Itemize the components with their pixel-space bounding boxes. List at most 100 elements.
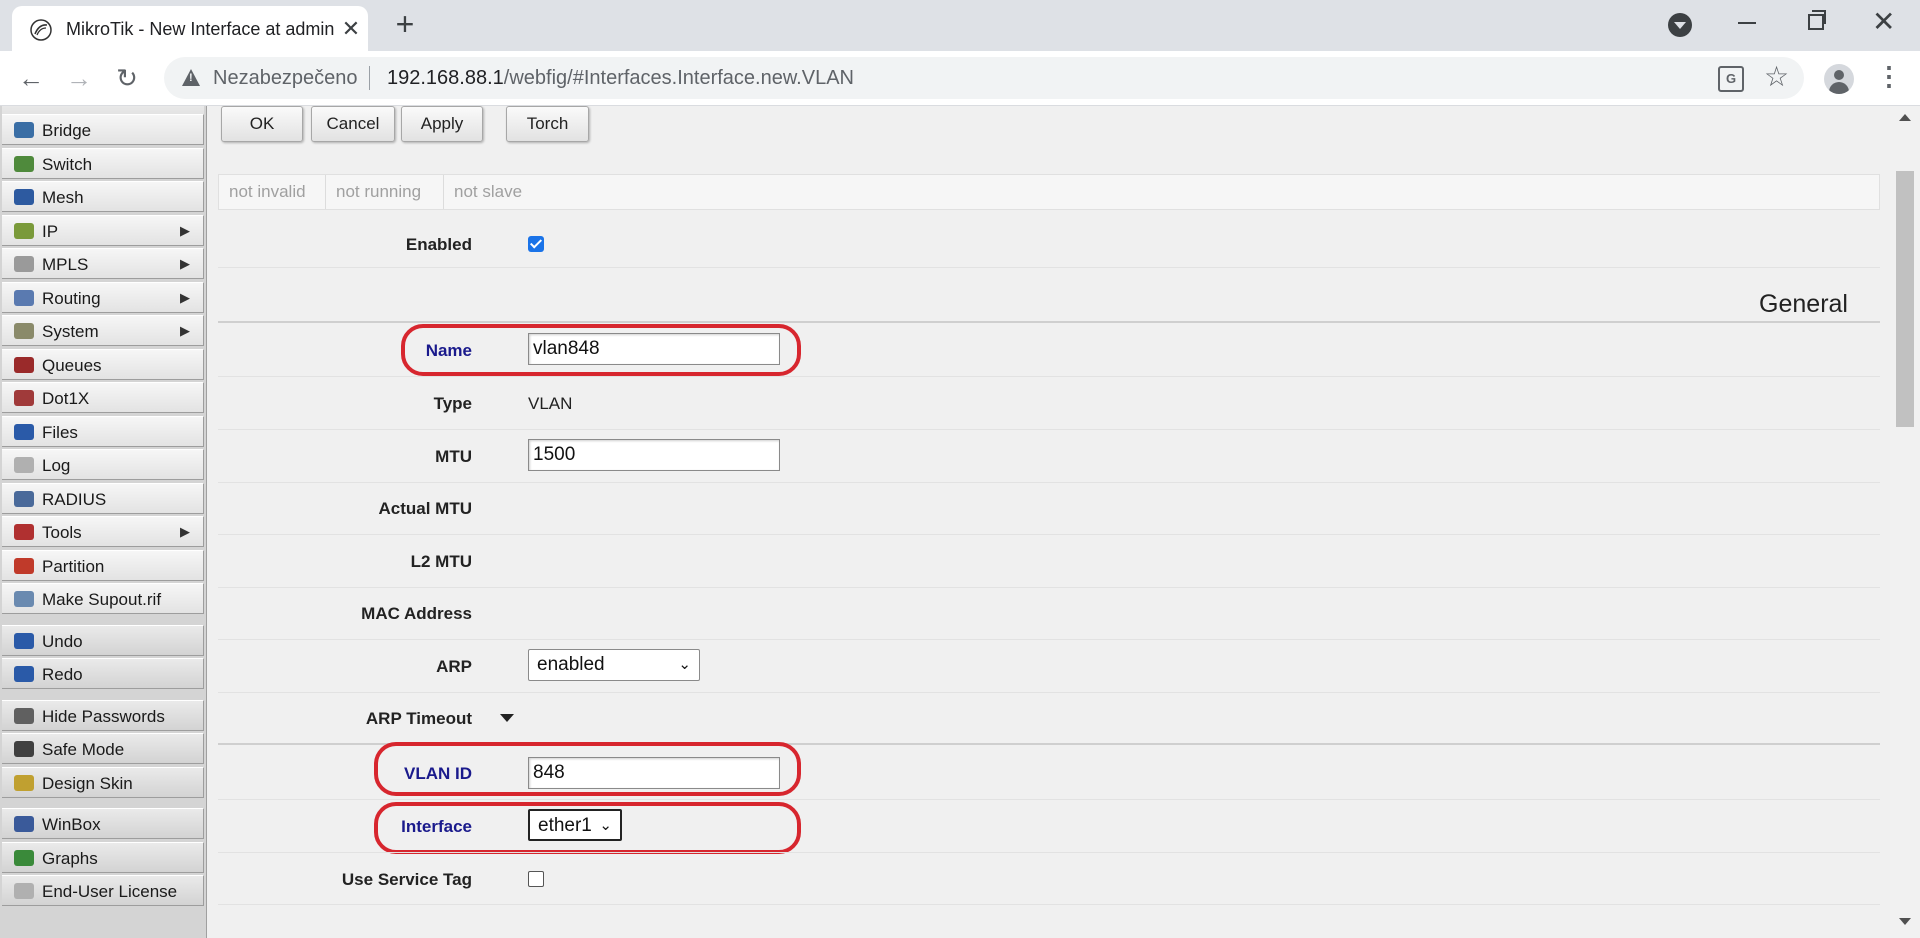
kebab-menu-icon[interactable]: ⋮: [1876, 62, 1902, 92]
back-icon[interactable]: ←: [14, 61, 48, 95]
sidebar-item-radius[interactable]: RADIUS: [2, 482, 204, 514]
omnibox[interactable]: Nezabezpečeno 192.168.88.1/webfig/#Inter…: [164, 57, 1804, 99]
l2-mtu-label: L2 MTU: [410, 552, 472, 571]
interface-form-panel: OK Cancel Apply Torch not invalid not ru…: [207, 106, 1890, 938]
sidebar-item-label: Log: [42, 456, 71, 475]
row-divider: [218, 376, 1880, 377]
torch-button[interactable]: Torch: [506, 106, 589, 142]
sidebar-item-label: System: [42, 322, 99, 341]
ok-button[interactable]: OK: [221, 106, 303, 142]
sidebar-item-label: Switch: [42, 154, 93, 174]
sidebar-item-label: Dot1X: [42, 389, 90, 408]
sidebar-item-label: WinBox: [42, 815, 101, 834]
url-separator: [369, 66, 370, 90]
type-value: VLAN: [528, 394, 573, 413]
sidebar-item-design-skin[interactable]: Design Skin: [2, 766, 204, 798]
scroll-thumb[interactable]: [1896, 171, 1914, 427]
sidebar-item-label: Bridge: [42, 121, 92, 140]
status-not-slave: not slave: [454, 182, 523, 201]
use-service-tag-label: Use Service Tag: [341, 870, 472, 889]
mesh-icon: [14, 189, 34, 205]
new-tab-button[interactable]: +: [390, 8, 420, 40]
bridge-icon: [14, 122, 34, 138]
row-divider: [218, 482, 1880, 483]
sidebar-item-label: Undo: [42, 631, 83, 651]
sidebar-item-partition[interactable]: Partition: [2, 549, 204, 581]
sidebar-item-label: Queues: [42, 355, 102, 375]
sidebar-item-files[interactable]: Files: [2, 415, 204, 447]
mtu-input[interactable]: [528, 439, 780, 471]
close-window-icon[interactable]: ✕: [1872, 8, 1895, 36]
use-service-tag-checkbox[interactable]: [528, 871, 544, 887]
arp-select[interactable]: enabled ⌄: [528, 649, 700, 681]
sidebar-item-ip[interactable]: IP ▶: [2, 214, 204, 246]
maximize-icon[interactable]: [1808, 10, 1826, 30]
sidebar-item-safe-mode[interactable]: Safe Mode: [2, 733, 204, 764]
winbox-icon: [14, 816, 34, 832]
sidebar-item-label: Hide Passwords: [42, 706, 165, 726]
url-path: /webfig/#Interfaces.Interface.new.VLAN: [503, 67, 854, 89]
sidebar-item-label: Partition: [42, 556, 105, 576]
submenu-arrow-icon: ▶: [180, 323, 190, 338]
translate-icon[interactable]: G: [1718, 66, 1744, 92]
section-divider: [218, 321, 1880, 323]
submenu-arrow-icon: ▶: [180, 289, 190, 305]
expand-arrow-icon[interactable]: [500, 714, 514, 722]
forward-icon[interactable]: →: [62, 61, 96, 95]
bookmark-star-icon[interactable]: ☆: [1764, 60, 1789, 93]
sidebar-item-mesh[interactable]: Mesh: [2, 181, 204, 212]
sidebar-item-system[interactable]: System ▶: [2, 315, 204, 346]
browser-tab[interactable]: MikroTik - New Interface at admin ✕: [12, 6, 368, 51]
enabled-checkbox[interactable]: [528, 236, 544, 252]
sidebar-item-redo[interactable]: Redo: [2, 658, 204, 689]
sidebar-item-make-supout-rif[interactable]: Make Supout.rif: [2, 583, 204, 614]
apply-button[interactable]: Apply: [401, 106, 483, 142]
sidebar-item-label: Files: [42, 422, 78, 442]
sidebar-item-queues[interactable]: Queues: [2, 348, 204, 380]
sidebar-item-label: Routing: [42, 288, 101, 308]
profile-icon[interactable]: [1824, 64, 1854, 94]
sidebar-item-tools[interactable]: Tools ▶: [2, 516, 204, 547]
reload-icon[interactable]: ↻: [110, 61, 144, 95]
scroll-down-arrow-icon[interactable]: [1899, 918, 1911, 925]
sidebar-item-mpls[interactable]: MPLS ▶: [2, 248, 204, 279]
sidebar-item-bridge[interactable]: Bridge: [2, 114, 204, 145]
undo-icon: [14, 632, 34, 649]
sidebar-item-undo[interactable]: Undo: [2, 624, 204, 656]
supout-icon: [14, 591, 34, 607]
interface-highlight: [374, 802, 801, 854]
files-icon: [14, 423, 34, 440]
scroll-up-arrow-icon[interactable]: [1899, 114, 1911, 121]
sidebar-item-label: IP: [42, 221, 59, 241]
hide-passwords-icon: [14, 707, 34, 724]
url-text[interactable]: 192.168.88.1/webfig/#Interfaces.Interfac…: [387, 67, 854, 90]
vlan-id-highlight: [374, 742, 801, 796]
system-icon: [14, 323, 34, 339]
sidebar-item-label: Tools: [42, 523, 82, 542]
sidebar-item-end-user-license[interactable]: End-User License: [2, 875, 204, 906]
mpls-icon: [14, 256, 34, 272]
tab-close-icon[interactable]: ✕: [338, 16, 364, 42]
page-scrollbar[interactable]: [1890, 106, 1920, 938]
sidebar-item-dot1x[interactable]: Dot1X: [2, 382, 204, 413]
row-divider: [218, 429, 1880, 430]
minimize-icon[interactable]: [1738, 22, 1756, 24]
sidebar-item-hide-passwords[interactable]: Hide Passwords: [2, 699, 204, 731]
tab-search-icon[interactable]: [1668, 13, 1692, 37]
name-highlight: [401, 324, 801, 376]
sidebar-item-graphs[interactable]: Graphs: [2, 841, 204, 873]
status-not-running: not running: [326, 175, 444, 209]
sidebar-item-winbox[interactable]: WinBox: [2, 808, 204, 839]
graphs-icon: [14, 849, 34, 866]
sidebar-item-routing[interactable]: Routing ▶: [2, 281, 204, 313]
not-secure-icon[interactable]: [182, 69, 200, 86]
license-icon: [14, 883, 34, 899]
sidebar-item-switch[interactable]: Switch: [2, 147, 204, 179]
radius-icon: [14, 490, 34, 507]
tab-title: MikroTik - New Interface at admin: [66, 19, 335, 39]
security-label[interactable]: Nezabezpečeno: [213, 67, 358, 90]
sidebar-item-log[interactable]: Log: [2, 449, 204, 480]
cancel-button[interactable]: Cancel: [311, 106, 395, 142]
sidebar-item-label: Graphs: [42, 848, 98, 868]
dot1x-icon: [14, 390, 34, 406]
